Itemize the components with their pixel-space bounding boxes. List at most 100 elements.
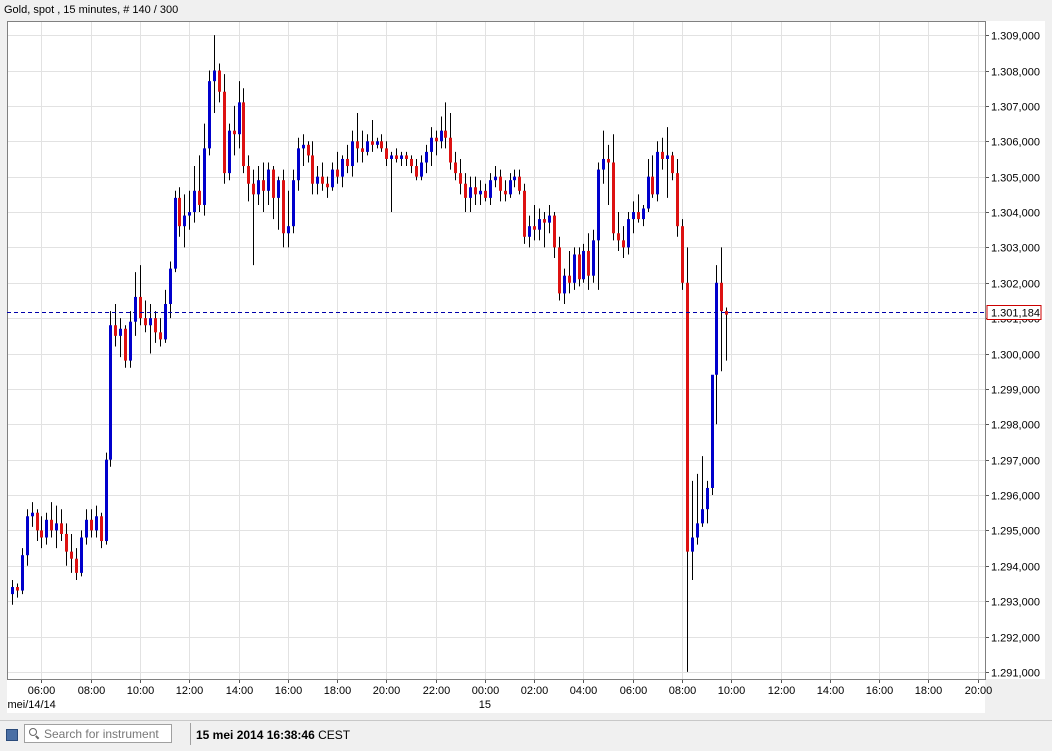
candle-body[interactable]: [36, 512, 39, 531]
candle-body[interactable]: [469, 187, 472, 198]
candle-body[interactable]: [400, 155, 403, 159]
candle-body[interactable]: [75, 558, 78, 573]
candle-body[interactable]: [341, 158, 344, 177]
candle-body[interactable]: [124, 328, 127, 361]
candle-body[interactable]: [390, 155, 393, 159]
candle-body[interactable]: [203, 148, 206, 205]
candle-body[interactable]: [410, 158, 413, 167]
candle-body[interactable]: [676, 173, 679, 227]
candle-body[interactable]: [420, 162, 423, 177]
candle-body[interactable]: [597, 169, 600, 241]
candle-body[interactable]: [70, 551, 73, 559]
candle-body[interactable]: [696, 523, 699, 538]
candle-body[interactable]: [553, 215, 556, 248]
candle-body[interactable]: [85, 519, 88, 538]
candle-body[interactable]: [405, 155, 408, 159]
candle-body[interactable]: [371, 141, 374, 145]
candle-body[interactable]: [587, 250, 590, 276]
candle-body[interactable]: [302, 144, 305, 149]
candle-body[interactable]: [632, 212, 635, 220]
candle-body[interactable]: [105, 459, 108, 542]
candle-body[interactable]: [651, 176, 654, 195]
candle-body[interactable]: [578, 254, 581, 280]
candle-body[interactable]: [385, 148, 388, 159]
candle-body[interactable]: [233, 130, 236, 135]
candle-body[interactable]: [129, 321, 132, 361]
candle-body[interactable]: [691, 537, 694, 552]
candle-body[interactable]: [666, 155, 669, 159]
candle-body[interactable]: [366, 141, 369, 152]
candle-body[interactable]: [213, 70, 216, 82]
candle-body[interactable]: [627, 219, 630, 248]
candle-body[interactable]: [607, 158, 610, 163]
candle-body[interactable]: [568, 275, 571, 283]
candle-body[interactable]: [336, 169, 339, 177]
candle-body[interactable]: [617, 233, 620, 241]
candle-body[interactable]: [528, 226, 531, 237]
candle-body[interactable]: [440, 130, 443, 142]
candle-body[interactable]: [169, 268, 172, 305]
candle-body[interactable]: [65, 533, 68, 552]
candle-body[interactable]: [543, 219, 546, 223]
status-indicator-icon[interactable]: [6, 729, 18, 741]
candle-body[interactable]: [701, 509, 704, 524]
candle-body[interactable]: [499, 176, 502, 191]
candle-body[interactable]: [55, 523, 58, 531]
candle-body[interactable]: [159, 332, 162, 340]
candle-body[interactable]: [26, 516, 29, 556]
candle-body[interactable]: [50, 519, 53, 531]
candle-body[interactable]: [287, 226, 290, 234]
candle-body[interactable]: [513, 176, 516, 181]
candle-body[interactable]: [504, 190, 507, 195]
candle-body[interactable]: [193, 190, 196, 213]
candle-body[interactable]: [563, 275, 566, 294]
candle-body[interactable]: [119, 328, 122, 336]
candle-body[interactable]: [90, 519, 93, 531]
candle-body[interactable]: [292, 180, 295, 227]
candle-body[interactable]: [622, 240, 625, 248]
candle-body[interactable]: [602, 158, 605, 170]
candle-body[interactable]: [656, 151, 659, 195]
candle-body[interactable]: [637, 212, 640, 220]
candle-body[interactable]: [361, 148, 364, 152]
candle-body[interactable]: [188, 212, 191, 216]
candle-body[interactable]: [509, 180, 512, 195]
candle-body[interactable]: [208, 81, 211, 149]
candle-body[interactable]: [489, 180, 492, 198]
candle-body[interactable]: [198, 190, 201, 205]
candle-body[interactable]: [647, 176, 650, 209]
candle-body[interactable]: [351, 141, 354, 167]
candle-body[interactable]: [494, 176, 497, 181]
candle-body[interactable]: [720, 282, 723, 312]
candle-body[interactable]: [430, 137, 433, 152]
candle-body[interactable]: [282, 180, 285, 234]
candle-body[interactable]: [144, 318, 147, 326]
candle-body[interactable]: [311, 155, 314, 184]
candle-body[interactable]: [380, 141, 383, 149]
candle-body[interactable]: [356, 141, 359, 149]
candle-body[interactable]: [321, 176, 324, 184]
candle-body[interactable]: [449, 137, 452, 163]
candle-body[interactable]: [183, 215, 186, 227]
candle-body[interactable]: [686, 282, 689, 552]
candle-body[interactable]: [346, 158, 349, 167]
candle-body[interactable]: [523, 190, 526, 237]
candle-body[interactable]: [533, 226, 536, 230]
candle-body[interactable]: [257, 180, 260, 195]
candle-body[interactable]: [228, 130, 231, 174]
candle-body[interactable]: [60, 523, 63, 534]
candle-body[interactable]: [661, 151, 664, 159]
candle-body[interactable]: [307, 144, 310, 156]
candle-body[interactable]: [262, 180, 265, 191]
candle-body[interactable]: [95, 516, 98, 531]
candle-body[interactable]: [538, 219, 541, 230]
candle-body[interactable]: [242, 102, 245, 167]
candle-body[interactable]: [316, 176, 319, 184]
candle-body[interactable]: [109, 325, 112, 460]
search-input[interactable]: [44, 726, 164, 741]
candle-body[interactable]: [331, 169, 334, 188]
candle-body[interactable]: [435, 137, 438, 142]
candle-body[interactable]: [592, 240, 595, 276]
candle-body[interactable]: [612, 162, 615, 234]
candle-body[interactable]: [725, 311, 728, 315]
